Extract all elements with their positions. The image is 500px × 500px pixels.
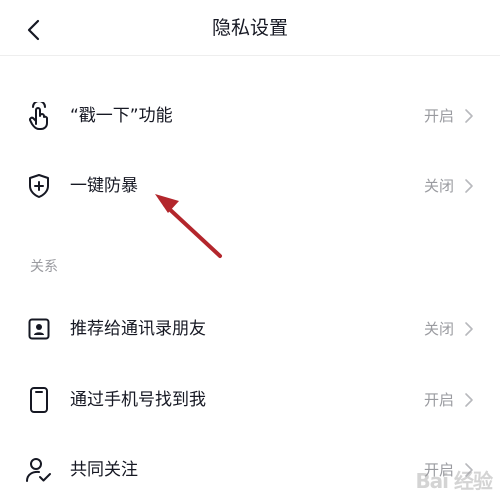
setting-status: 开启 [423, 107, 454, 125]
top-bar: 隐私设置 [0, 0, 500, 56]
chevron-left-icon [27, 19, 40, 41]
setting-status: 关闭 [423, 177, 454, 195]
privacy-settings-screen: 隐私设置 “戳一下”功能 开启 一键防暴 关闭 关系 推荐给通讯录朋友 关闭 通… [0, 0, 500, 500]
page-title: 隐私设置 [211, 17, 288, 39]
contact-card-icon [28, 318, 50, 340]
chevron-right-icon [465, 179, 473, 193]
phone-icon [30, 387, 48, 413]
chevron-right-icon [465, 322, 473, 336]
shield-plus-icon [29, 174, 49, 198]
setting-row-find-by-phone[interactable]: 通过手机号找到我 开启 [0, 370, 500, 430]
setting-label: 通过手机号找到我 [70, 390, 206, 410]
chevron-right-icon [465, 393, 473, 407]
setting-row-poke[interactable]: “戳一下”功能 开启 [0, 86, 500, 146]
back-button[interactable] [16, 12, 52, 48]
setting-label: “戳一下”功能 [70, 106, 173, 126]
watermark: Bai 经验 [415, 469, 493, 493]
setting-row-anti-harassment[interactable]: 一键防暴 关闭 [0, 156, 500, 216]
setting-label: 共同关注 [70, 460, 138, 480]
user-check-icon [26, 458, 51, 482]
tap-finger-icon [29, 102, 48, 130]
section-title-relations: 关系 [30, 259, 58, 275]
chevron-right-icon [465, 109, 473, 123]
setting-status: 开启 [423, 391, 454, 409]
setting-label: 推荐给通讯录朋友 [70, 319, 206, 339]
setting-label: 一键防暴 [70, 176, 138, 196]
setting-status: 关闭 [423, 320, 454, 338]
setting-row-recommend-contacts[interactable]: 推荐给通讯录朋友 关闭 [0, 299, 500, 359]
